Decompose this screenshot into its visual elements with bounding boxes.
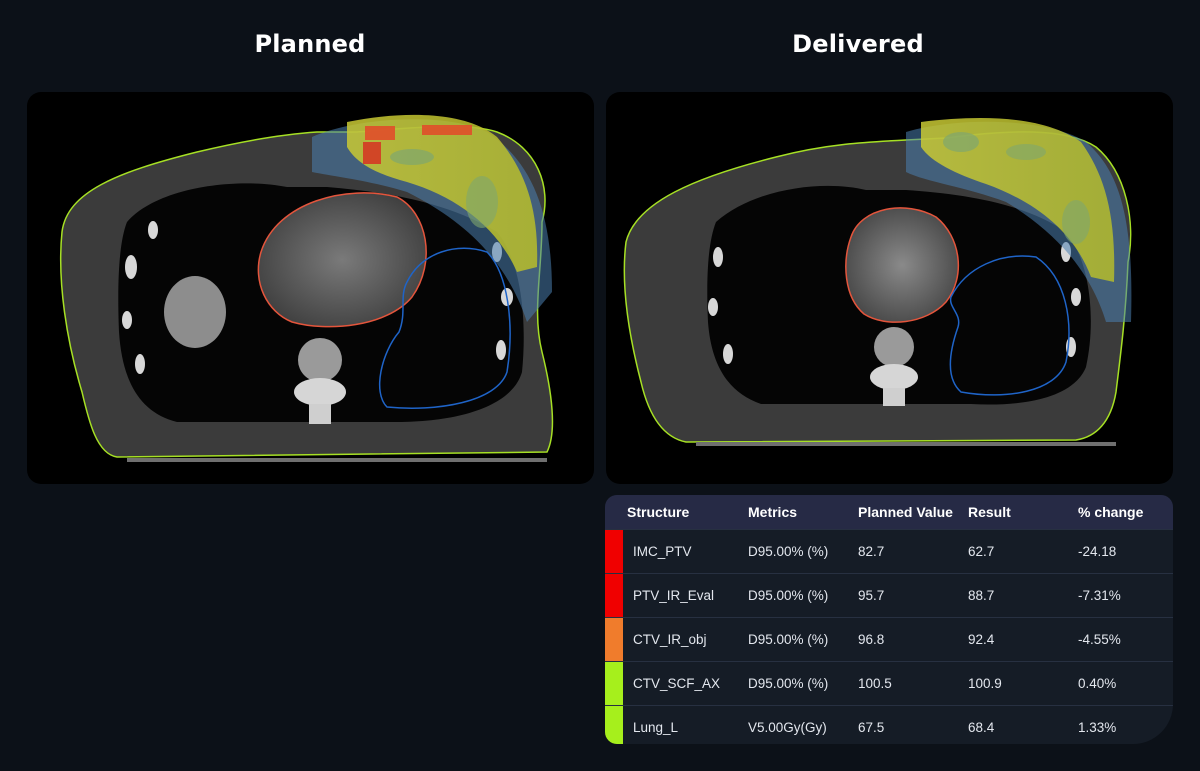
structure-name: Lung_L: [633, 720, 679, 735]
planned-value: 67.5: [858, 720, 885, 735]
header-result: Result: [968, 504, 1011, 520]
structure-color-swatch: [605, 618, 623, 661]
delivered-ct-viewer[interactable]: [606, 92, 1173, 484]
structure-name: PTV_IR_Eval: [633, 588, 715, 603]
result-value: 92.4: [968, 632, 995, 647]
header-metrics: Metrics: [748, 504, 798, 520]
table-header: Structure Metrics Planned Value Result %…: [605, 495, 1173, 529]
planned-ct-image: [59, 114, 554, 462]
structure-color-swatch: [605, 662, 623, 705]
percent-change: -24.18: [1078, 544, 1117, 559]
delivered-heading: Delivered: [792, 30, 924, 58]
planned-value: 82.7: [858, 544, 885, 559]
planned-value: 96.8: [858, 632, 885, 647]
heart-contour: [845, 207, 959, 323]
planned-ct-viewer[interactable]: [27, 92, 594, 484]
table-row[interactable]: IMC_PTV D95.00% (%) 82.7 62.7 -24.18: [605, 529, 1173, 573]
couch: [127, 458, 547, 462]
metric: D95.00% (%): [748, 632, 829, 647]
metric: V5.00Gy(Gy): [748, 720, 827, 735]
result-value: 68.4: [968, 720, 995, 735]
metric: D95.00% (%): [748, 676, 829, 691]
percent-change: 0.40%: [1078, 676, 1117, 691]
result-value: 100.9: [968, 676, 1002, 691]
table-row[interactable]: PTV_IR_Eval D95.00% (%) 95.7 88.7 -7.31%: [605, 573, 1173, 617]
header-percent-change: % change: [1078, 504, 1144, 520]
metric: D95.00% (%): [748, 588, 829, 603]
structure-color-swatch: [605, 530, 623, 573]
result-value: 62.7: [968, 544, 995, 559]
couch: [696, 442, 1116, 446]
table-row[interactable]: CTV_SCF_AX D95.00% (%) 100.5 100.9 0.40%: [605, 661, 1173, 705]
result-value: 88.7: [968, 588, 995, 603]
percent-change: -7.31%: [1078, 588, 1121, 603]
mass: [164, 276, 226, 348]
header-planned-value: Planned Value: [858, 504, 953, 520]
percent-change: -4.55%: [1078, 632, 1121, 647]
dose-metrics-table: Structure Metrics Planned Value Result %…: [605, 495, 1173, 744]
structure-name: CTV_SCF_AX: [633, 676, 721, 691]
table-row[interactable]: Lung_L V5.00Gy(Gy) 67.5 68.4 1.33%: [605, 705, 1173, 744]
structure-name: CTV_IR_obj: [633, 632, 707, 647]
header-structure: Structure: [627, 504, 690, 520]
structure-color-swatch: [605, 706, 623, 744]
table-row[interactable]: CTV_IR_obj D95.00% (%) 96.8 92.4 -4.55%: [605, 617, 1173, 661]
metric: D95.00% (%): [748, 544, 829, 559]
delivered-ct-image: [623, 118, 1132, 446]
structure-color-swatch: [605, 574, 623, 617]
structure-name: IMC_PTV: [633, 544, 692, 559]
percent-change: 1.33%: [1078, 720, 1117, 735]
planned-value: 100.5: [858, 676, 892, 691]
planned-heading: Planned: [254, 30, 366, 58]
planned-value: 95.7: [858, 588, 885, 603]
